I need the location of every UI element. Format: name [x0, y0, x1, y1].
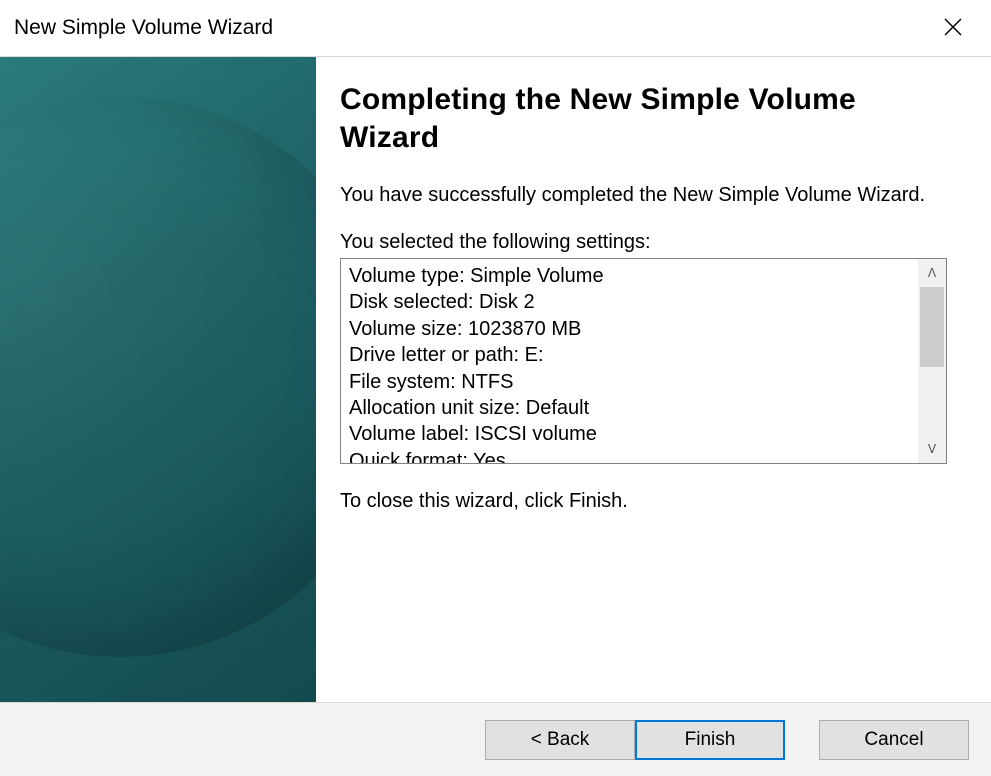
- cancel-button[interactable]: Cancel: [819, 720, 969, 760]
- settings-line: Volume size: 1023870 MB: [349, 316, 910, 342]
- wizard-side-graphic: [0, 57, 316, 702]
- settings-line: Volume label: ISCSI volume: [349, 421, 910, 447]
- chevron-up-icon: ᐱ: [928, 266, 936, 280]
- scroll-down-button[interactable]: ᐯ: [918, 435, 946, 463]
- scroll-track[interactable]: [918, 287, 946, 435]
- wizard-body: Completing the New Simple Volume Wizard …: [0, 56, 991, 702]
- finish-button[interactable]: Finish: [635, 720, 785, 760]
- settings-label: You selected the following settings:: [340, 231, 947, 254]
- chevron-down-icon: ᐯ: [928, 442, 936, 456]
- wizard-content: Completing the New Simple Volume Wizard …: [316, 57, 991, 702]
- close-button[interactable]: [929, 4, 977, 52]
- nav-button-group: < Back Finish: [485, 720, 785, 760]
- settings-list: Volume type: Simple Volume Disk selected…: [341, 259, 918, 463]
- window-title: New Simple Volume Wizard: [14, 16, 273, 40]
- settings-line: File system: NTFS: [349, 369, 910, 395]
- close-icon: [943, 17, 963, 40]
- settings-line: Drive letter or path: E:: [349, 342, 910, 368]
- closing-text: To close this wizard, click Finish.: [340, 490, 947, 513]
- title-bar: New Simple Volume Wizard: [0, 0, 991, 56]
- scroll-up-button[interactable]: ᐱ: [918, 259, 946, 287]
- scroll-thumb[interactable]: [920, 287, 944, 367]
- button-bar: < Back Finish Cancel: [0, 702, 991, 776]
- intro-text: You have successfully completed the New …: [340, 182, 947, 209]
- page-heading: Completing the New Simple Volume Wizard: [340, 81, 947, 156]
- settings-line: Volume type: Simple Volume: [349, 263, 910, 289]
- settings-line: Quick format: Yes: [349, 448, 910, 463]
- back-button[interactable]: < Back: [485, 720, 635, 760]
- settings-summary-box: Volume type: Simple Volume Disk selected…: [340, 258, 947, 464]
- settings-line: Disk selected: Disk 2: [349, 289, 910, 315]
- settings-scrollbar[interactable]: ᐱ ᐯ: [918, 259, 946, 463]
- settings-line: Allocation unit size: Default: [349, 395, 910, 421]
